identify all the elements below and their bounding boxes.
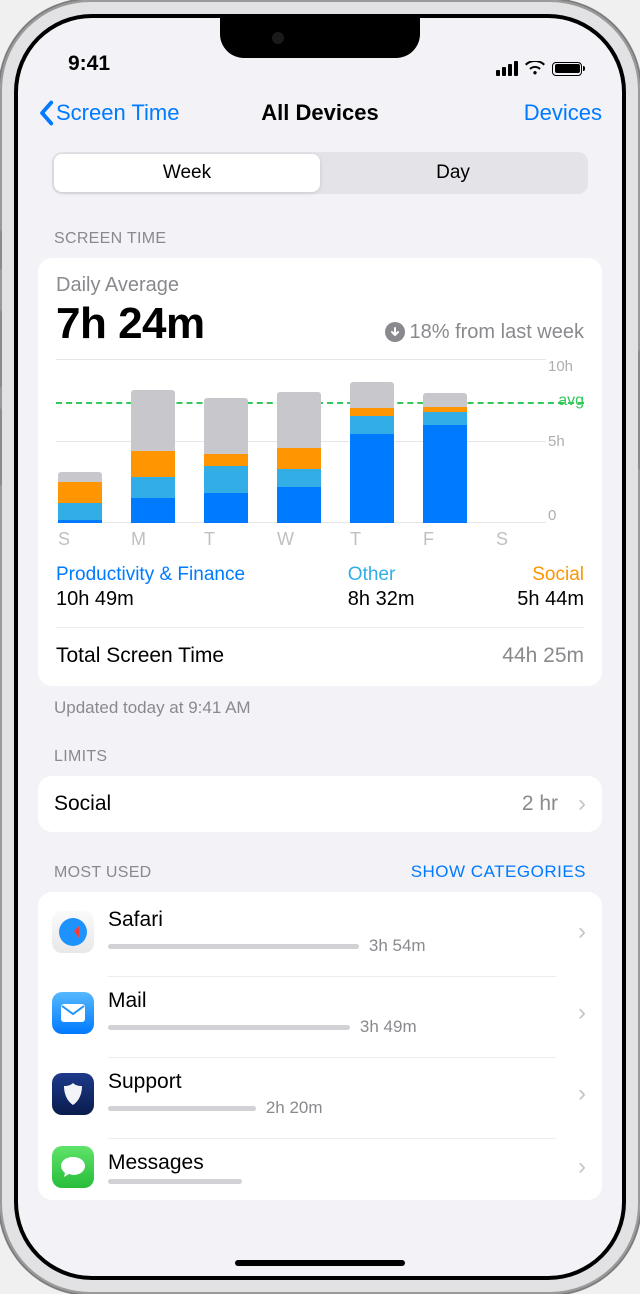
app-name: Messages: [108, 1151, 556, 1175]
limit-row-social[interactable]: Social 2 hr ›: [38, 776, 602, 832]
app-name: Support: [108, 1070, 556, 1094]
usage-chart: 10h 5h 0 avg SMTWTFS: [56, 359, 584, 550]
app-time: 3h 54m: [369, 936, 426, 956]
cellular-icon: [496, 61, 518, 76]
category-breakdown: Productivity & Finance 10h 49m Other 8h …: [56, 550, 584, 628]
bar-T: [204, 359, 248, 523]
phone-frame: 9:41 Screen Time All Devices Devices: [0, 0, 640, 1294]
category-productivity: Productivity & Finance: [56, 564, 245, 586]
most-used-list: Safari3h 54m›Mail3h 49m›Support2h 20m›Me…: [38, 892, 602, 1200]
tab-day[interactable]: Day: [320, 154, 586, 192]
app-row[interactable]: Messages ›: [38, 1134, 602, 1200]
app-row[interactable]: Support 2h 20m ›: [38, 1053, 602, 1134]
bar-S: [58, 359, 102, 523]
bar-T: [350, 359, 394, 523]
daily-average-card[interactable]: Daily Average 7h 24m 18% from last week: [38, 258, 602, 686]
devices-button[interactable]: Devices: [524, 100, 602, 126]
nav-bar: Screen Time All Devices Devices: [18, 84, 622, 142]
app-time: 3h 49m: [360, 1017, 417, 1037]
back-label: Screen Time: [56, 100, 180, 126]
section-most-used: MOST USED SHOW CATEGORIES: [38, 832, 602, 892]
limit-name: Social: [54, 792, 111, 816]
bar-F: [423, 359, 467, 523]
change-from-last-week: 18% from last week: [385, 321, 584, 344]
app-time: 2h 20m: [266, 1098, 323, 1118]
back-button[interactable]: Screen Time: [38, 100, 180, 126]
chevron-right-icon: ›: [578, 1153, 586, 1181]
updated-timestamp: Updated today at 9:41 AM: [38, 686, 602, 718]
limits-list: Social 2 hr ›: [38, 776, 602, 832]
section-screen-time: SCREEN TIME: [38, 200, 602, 258]
chevron-left-icon: [38, 100, 54, 126]
app-row[interactable]: Mail 3h 49m ›: [38, 972, 602, 1053]
daily-average-value: 7h 24m: [56, 299, 205, 349]
app-name: Safari: [108, 908, 556, 932]
app-row[interactable]: Safari 3h 54m ›: [38, 892, 602, 972]
notch: [220, 18, 420, 58]
bar-S: [496, 359, 540, 523]
bar-M: [131, 359, 175, 523]
arrow-down-icon: [385, 322, 405, 342]
section-limits: LIMITS: [38, 718, 602, 776]
chevron-right-icon: ›: [578, 999, 586, 1027]
category-social: Social: [517, 564, 584, 586]
y-axis-labels: 10h 5h 0: [548, 359, 584, 523]
category-other: Other: [348, 564, 415, 586]
x-axis-labels: SMTWTFS: [56, 523, 546, 550]
tab-week[interactable]: Week: [54, 154, 320, 192]
wifi-icon: [525, 61, 545, 76]
total-screen-time-row[interactable]: Total Screen Time 44h 25m: [56, 628, 584, 686]
battery-icon: [552, 62, 582, 76]
daily-average-label: Daily Average: [56, 274, 584, 297]
home-indicator[interactable]: [235, 1260, 405, 1266]
chevron-right-icon: ›: [578, 1080, 586, 1108]
show-categories-button[interactable]: SHOW CATEGORIES: [411, 862, 586, 882]
status-time: 9:41: [68, 52, 110, 76]
chevron-right-icon: ›: [578, 918, 586, 946]
limit-value: 2 hr: [522, 792, 558, 816]
bar-W: [277, 359, 321, 523]
chevron-right-icon: ›: [578, 790, 586, 818]
app-name: Mail: [108, 989, 556, 1013]
week-day-toggle[interactable]: Week Day: [52, 152, 588, 194]
